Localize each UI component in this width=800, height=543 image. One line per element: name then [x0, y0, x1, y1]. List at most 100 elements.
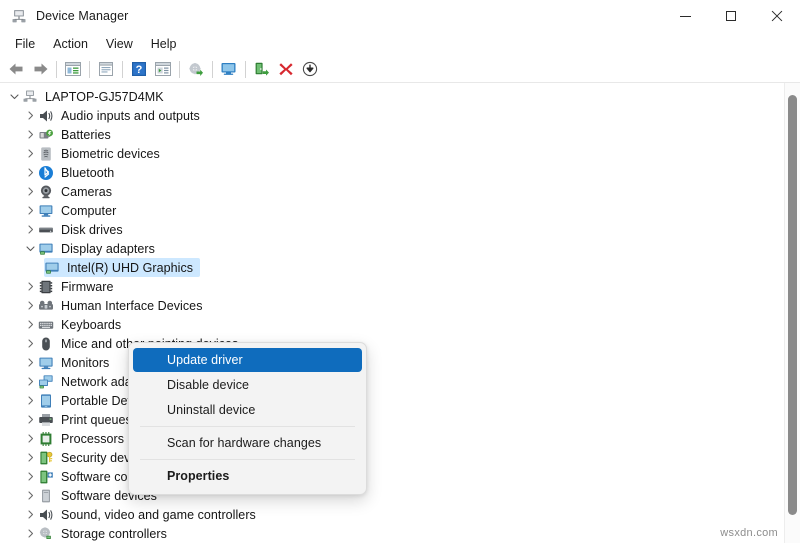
chevron-right-icon[interactable]: [22, 296, 38, 315]
tree-row-batteries[interactable]: Batteries: [0, 125, 784, 144]
tree-row-monitors[interactable]: Monitors: [0, 353, 784, 372]
chevron-right-icon[interactable]: [22, 220, 38, 239]
uninstall-device-icon[interactable]: [274, 58, 298, 80]
tree-row-display-adapters[interactable]: Display adapters: [0, 239, 784, 258]
chevron-right-icon[interactable]: [22, 201, 38, 220]
chevron-right-icon[interactable]: [22, 467, 38, 486]
menu-bar: File Action View Help: [0, 32, 800, 56]
tree-label-root: LAPTOP-GJ57D4MK: [45, 90, 164, 104]
chevron-down-icon[interactable]: [22, 239, 38, 258]
update-driver-icon[interactable]: [184, 58, 208, 80]
tree-row-intel-uhd-graphics[interactable]: Intel(R) UHD Graphics: [0, 258, 784, 277]
menu-file[interactable]: File: [6, 35, 44, 53]
storage-controller-icon: [38, 526, 54, 542]
tree-row-bluetooth[interactable]: Bluetooth: [0, 163, 784, 182]
chevron-right-icon[interactable]: [22, 106, 38, 125]
tree-label-sound-video-game: Sound, video and game controllers: [61, 508, 256, 522]
vertical-scrollbar[interactable]: [784, 83, 800, 543]
context-menu-item-scan-for-hardware-changes[interactable]: Scan for hardware changes: [133, 431, 362, 455]
hid-icon: [38, 298, 54, 314]
mouse-icon: [38, 336, 54, 352]
menu-help[interactable]: Help: [142, 35, 186, 53]
scrollbar-thumb[interactable]: [788, 95, 797, 515]
tree-row-network-adapters[interactable]: Network adapters: [0, 372, 784, 391]
chevron-right-icon[interactable]: [22, 277, 38, 296]
context-menu-separator: [140, 426, 355, 427]
content-area: LAPTOP-GJ57D4MK Audio inputs and outputs: [0, 83, 800, 543]
context-menu-item-update-driver[interactable]: Update driver: [133, 348, 362, 372]
menu-view[interactable]: View: [97, 35, 142, 53]
chevron-right-icon[interactable]: [22, 486, 38, 505]
device-manager-window: Device Manager File Action View Help: [0, 0, 800, 543]
tree-row-root[interactable]: LAPTOP-GJ57D4MK: [0, 87, 784, 106]
add-legacy-hardware-icon[interactable]: [250, 58, 274, 80]
tree-row-cameras[interactable]: Cameras: [0, 182, 784, 201]
context-menu-item-properties[interactable]: Properties: [133, 464, 362, 488]
back-arrow-icon[interactable]: [4, 58, 28, 80]
chevron-right-icon[interactable]: [22, 505, 38, 524]
menu-action[interactable]: Action: [44, 35, 97, 53]
chevron-right-icon[interactable]: [22, 429, 38, 448]
tree-row-software-components[interactable]: Software components: [0, 467, 784, 486]
computer-root-icon: [22, 89, 38, 105]
tree-row-software-devices[interactable]: Software devices: [0, 486, 784, 505]
tree-row-processors[interactable]: Processors: [0, 429, 784, 448]
tree-row-disk-drives[interactable]: Disk drives: [0, 220, 784, 239]
forward-arrow-icon[interactable]: [28, 58, 52, 80]
maximize-button[interactable]: [708, 0, 754, 32]
tree-row-biometric[interactable]: Biometric devices: [0, 144, 784, 163]
chevron-right-icon[interactable]: [22, 315, 38, 334]
tree-row-human-interface-devices[interactable]: Human Interface Devices: [0, 296, 784, 315]
disable-device-icon[interactable]: [298, 58, 322, 80]
portable-device-icon: [38, 393, 54, 409]
help-icon[interactable]: ?: [127, 58, 151, 80]
tree-label-intel-uhd-graphics: Intel(R) UHD Graphics: [67, 261, 193, 275]
tree-row-portable-devices[interactable]: Portable Devices: [0, 391, 784, 410]
chevron-down-icon[interactable]: [6, 87, 22, 106]
context-menu: Update driver Disable device Uninstall d…: [128, 342, 367, 495]
chevron-right-icon[interactable]: [22, 144, 38, 163]
tree-row-firmware[interactable]: Firmware: [0, 277, 784, 296]
tree-label-computer: Computer: [61, 204, 116, 218]
tree-row-keyboards[interactable]: Keyboards: [0, 315, 784, 334]
chevron-right-icon[interactable]: [22, 334, 38, 353]
tree-label-batteries: Batteries: [61, 128, 111, 142]
toolbar: ?: [0, 56, 800, 83]
chevron-right-icon[interactable]: [22, 448, 38, 467]
chevron-right-icon[interactable]: [22, 410, 38, 429]
close-button[interactable]: [754, 0, 800, 32]
printer-icon: [38, 412, 54, 428]
tree-label-processors: Processors: [61, 432, 124, 446]
chevron-right-icon[interactable]: [22, 125, 38, 144]
chevron-right-icon[interactable]: [22, 163, 38, 182]
toolbar-separator: [179, 61, 180, 78]
chevron-right-icon[interactable]: [22, 391, 38, 410]
toolbar-separator: [89, 61, 90, 78]
context-menu-separator: [140, 459, 355, 460]
chevron-right-icon[interactable]: [22, 372, 38, 391]
window-controls: [662, 0, 800, 32]
tree-row-print-queues[interactable]: Print queues: [0, 410, 784, 429]
tree-row-security-devices[interactable]: Security devices: [0, 448, 784, 467]
tree-row-mice[interactable]: Mice and other pointing devices: [0, 334, 784, 353]
network-adapter-icon: [38, 374, 54, 390]
tree-row-storage-controllers[interactable]: Storage controllers: [0, 524, 784, 543]
fingerprint-icon: [38, 146, 54, 162]
chevron-right-icon[interactable]: [22, 353, 38, 372]
context-menu-item-disable-device[interactable]: Disable device: [133, 373, 362, 397]
chevron-right-icon[interactable]: [22, 524, 38, 543]
properties-icon[interactable]: [94, 58, 118, 80]
tree-row-computer[interactable]: Computer: [0, 201, 784, 220]
chevron-right-icon[interactable]: [22, 182, 38, 201]
display-adapter-icon: [38, 241, 54, 257]
window-title: Device Manager: [36, 9, 128, 23]
context-menu-item-uninstall-device[interactable]: Uninstall device: [133, 398, 362, 422]
action-list-icon[interactable]: [151, 58, 175, 80]
toolbar-separator: [122, 61, 123, 78]
tree-row-sound-video-game[interactable]: Sound, video and game controllers: [0, 505, 784, 524]
scan-hardware-icon[interactable]: [217, 58, 241, 80]
tree-row-audio[interactable]: Audio inputs and outputs: [0, 106, 784, 125]
minimize-button[interactable]: [662, 0, 708, 32]
show-hidden-devices-icon[interactable]: [61, 58, 85, 80]
bluetooth-icon: [38, 165, 54, 181]
